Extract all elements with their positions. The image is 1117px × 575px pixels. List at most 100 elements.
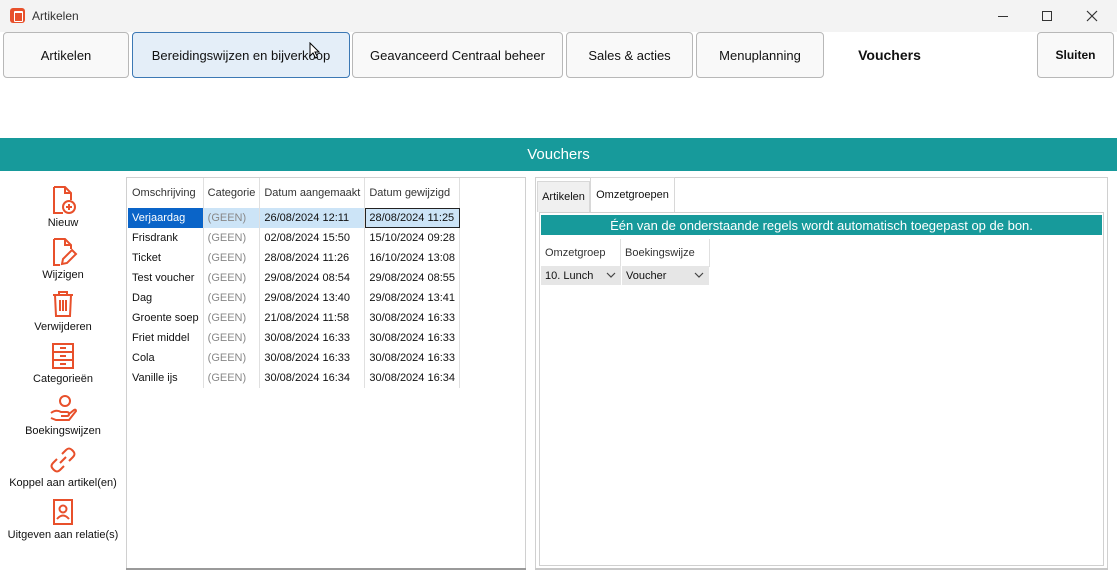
link-articles-button[interactable]: Koppel aan artikel(en) bbox=[0, 445, 126, 489]
minimize-icon bbox=[998, 15, 1008, 17]
maximize-button[interactable] bbox=[1024, 0, 1070, 32]
categories-button[interactable]: Categorieën bbox=[0, 341, 126, 385]
new-label: Nieuw bbox=[47, 217, 79, 229]
minimize-button[interactable] bbox=[980, 0, 1026, 32]
mouse-cursor-icon bbox=[309, 42, 320, 59]
cell-omschrijving: Cola bbox=[128, 348, 204, 368]
cell-omschrijving: Frisdrank bbox=[128, 228, 204, 248]
cell-datum-aangemaakt: 30/08/2024 16:33 bbox=[259, 348, 366, 368]
title-bar: Artikelen bbox=[0, 0, 1117, 32]
cell-categorie: (GEEN) bbox=[203, 268, 261, 288]
booking-methods-button[interactable]: Boekingswijzen bbox=[0, 393, 126, 437]
column-header-datum-gewijzigd[interactable]: Datum gewijzigd bbox=[364, 178, 461, 208]
boekingswijze-select[interactable]: Voucher bbox=[622, 266, 709, 285]
table-row[interactable]: Ticket (GEEN) 28/08/2024 11:26 16/10/2024 1… bbox=[128, 248, 461, 268]
cell-datum-gewijzigd: 16/10/2024 13:08 bbox=[364, 248, 461, 268]
column-header-categorie[interactable]: Categorie bbox=[203, 178, 261, 208]
tab-omzetgroepen[interactable]: Omzetgroepen bbox=[590, 177, 675, 212]
booking-methods-label: Boekingswijzen bbox=[25, 425, 101, 437]
window-title: Artikelen bbox=[32, 9, 79, 23]
hand-coin-icon bbox=[50, 395, 78, 421]
close-icon bbox=[1086, 10, 1098, 22]
cabinet-icon bbox=[52, 343, 74, 369]
contact-icon bbox=[53, 499, 73, 525]
cell-omschrijving: Verjaardag bbox=[128, 208, 204, 228]
cell-datum-gewijzigd: 29/08/2024 08:55 bbox=[364, 268, 461, 288]
edit-label: Wijzigen bbox=[42, 269, 84, 281]
trash-icon bbox=[53, 291, 73, 317]
cell-datum-aangemaakt: 30/08/2024 16:33 bbox=[259, 328, 366, 348]
cell-categorie: (GEEN) bbox=[203, 328, 261, 348]
new-button[interactable]: Nieuw bbox=[0, 185, 126, 229]
omzetgroep-select[interactable]: 10. Lunch bbox=[541, 266, 621, 285]
cell-omschrijving: Friet middel bbox=[128, 328, 204, 348]
section-header: Vouchers bbox=[0, 138, 1117, 171]
delete-button[interactable]: Verwijderen bbox=[0, 289, 126, 333]
issue-to-relations-label: Uitgeven aan relatie(s) bbox=[7, 529, 119, 541]
cell-datum-aangemaakt: 26/08/2024 12:11 bbox=[259, 208, 366, 228]
cell-datum-aangemaakt: 29/08/2024 13:40 bbox=[259, 288, 366, 308]
cell-datum-gewijzigd: 29/08/2024 13:41 bbox=[364, 288, 461, 308]
chevron-down-icon bbox=[606, 272, 616, 278]
column-header-omschrijving[interactable]: Omschrijving bbox=[128, 178, 204, 208]
app-icon bbox=[10, 8, 25, 23]
boekingswijze-value: Voucher bbox=[626, 269, 667, 282]
cell-datum-gewijzigd: 30/08/2024 16:34 bbox=[364, 368, 461, 388]
close-button[interactable] bbox=[1069, 0, 1115, 32]
tab-sales-acties[interactable]: Sales & acties bbox=[566, 32, 693, 78]
cell-datum-aangemaakt: 02/08/2024 15:50 bbox=[259, 228, 366, 248]
column-header-boekingswijze[interactable]: Boekingswijze bbox=[621, 239, 710, 267]
column-header-datum-aangemaakt[interactable]: Datum aangemaakt bbox=[259, 178, 366, 208]
cell-datum-gewijzigd: 28/08/2024 11:25 bbox=[364, 208, 461, 228]
cell-datum-gewijzigd: 15/10/2024 09:28 bbox=[364, 228, 461, 248]
table-row[interactable]: Test voucher (GEEN) 29/08/2024 08:54 29/08/… bbox=[128, 268, 461, 288]
cell-datum-aangemaakt: 29/08/2024 08:54 bbox=[259, 268, 366, 288]
tab-menuplanning[interactable]: Menuplanning bbox=[696, 32, 824, 78]
edit-document-icon bbox=[53, 238, 78, 266]
cell-datum-aangemaakt: 21/08/2024 11:58 bbox=[259, 308, 366, 328]
cell-omschrijving: Vanille ijs bbox=[128, 368, 204, 388]
new-document-icon bbox=[53, 186, 76, 214]
cell-omschrijving: Ticket bbox=[128, 248, 204, 268]
column-header-omzetgroep[interactable]: Omzetgroep bbox=[541, 239, 621, 267]
tab-geavanceerd-centraal-beheer[interactable]: Geavanceerd Centraal beheer bbox=[352, 32, 563, 78]
cell-categorie: (GEEN) bbox=[203, 248, 261, 268]
tab-artikelen[interactable]: Artikelen bbox=[3, 32, 129, 78]
close-window-button[interactable]: Sluiten bbox=[1037, 32, 1114, 78]
voucher-table-container: Omschrijving Categorie Datum aangemaakt … bbox=[126, 177, 526, 570]
cell-omschrijving: Groente soep bbox=[128, 308, 204, 328]
info-banner: Één van de onderstaande regels wordt aut… bbox=[541, 215, 1102, 235]
table-header-row: Omschrijving Categorie Datum aangemaakt … bbox=[128, 178, 461, 208]
cell-categorie: (GEEN) bbox=[203, 348, 261, 368]
chevron-down-icon bbox=[694, 272, 704, 278]
cell-omschrijving: Dag bbox=[128, 288, 204, 308]
cell-categorie: (GEEN) bbox=[203, 288, 261, 308]
cell-categorie: (GEEN) bbox=[203, 208, 261, 228]
table-row[interactable]: Groente soep (GEEN) 21/08/2024 11:58 30/08/… bbox=[128, 308, 461, 328]
link-articles-label: Koppel aan artikel(en) bbox=[9, 477, 117, 489]
table-row[interactable]: Cola (GEEN) 30/08/2024 16:33 30/08/2024 16:… bbox=[128, 348, 461, 368]
cell-datum-aangemaakt: 30/08/2024 16:34 bbox=[259, 368, 366, 388]
table-row[interactable]: Friet middel (GEEN) 30/08/2024 16:33 30/08/… bbox=[128, 328, 461, 348]
issue-to-relations-button[interactable]: Uitgeven aan relatie(s) bbox=[0, 497, 126, 541]
maximize-icon bbox=[1042, 11, 1052, 21]
right-panel-edge bbox=[535, 568, 1108, 570]
cell-datum-gewijzigd: 30/08/2024 16:33 bbox=[364, 328, 461, 348]
edit-button[interactable]: Wijzigen bbox=[0, 237, 126, 281]
cell-categorie: (GEEN) bbox=[203, 228, 261, 248]
tab-artikelen-sub[interactable]: Artikelen bbox=[537, 181, 590, 212]
table-row[interactable]: Vanille ijs (GEEN) 30/08/2024 16:34 30/08/2… bbox=[128, 368, 461, 388]
cell-datum-aangemaakt: 28/08/2024 11:26 bbox=[259, 248, 366, 268]
cell-datum-gewijzigd: 30/08/2024 16:33 bbox=[364, 348, 461, 368]
table-row[interactable]: Verjaardag (GEEN) 26/08/2024 12:11 28/08/20… bbox=[128, 208, 461, 228]
cell-omschrijving: Test voucher bbox=[128, 268, 204, 288]
categories-label: Categorieën bbox=[33, 373, 93, 385]
table-row[interactable]: Frisdrank (GEEN) 02/08/2024 15:50 15/10/202… bbox=[128, 228, 461, 248]
table-row[interactable]: Dag (GEEN) 29/08/2024 13:40 29/08/2024 13:4… bbox=[128, 288, 461, 308]
delete-label: Verwijderen bbox=[34, 321, 92, 333]
tab-vouchers[interactable]: Vouchers bbox=[827, 32, 952, 78]
table-scroll-edge bbox=[126, 568, 526, 570]
voucher-table: Omschrijving Categorie Datum aangemaakt … bbox=[128, 178, 461, 388]
omzetgroep-value: 10. Lunch bbox=[545, 269, 594, 282]
cell-categorie: (GEEN) bbox=[203, 308, 261, 328]
